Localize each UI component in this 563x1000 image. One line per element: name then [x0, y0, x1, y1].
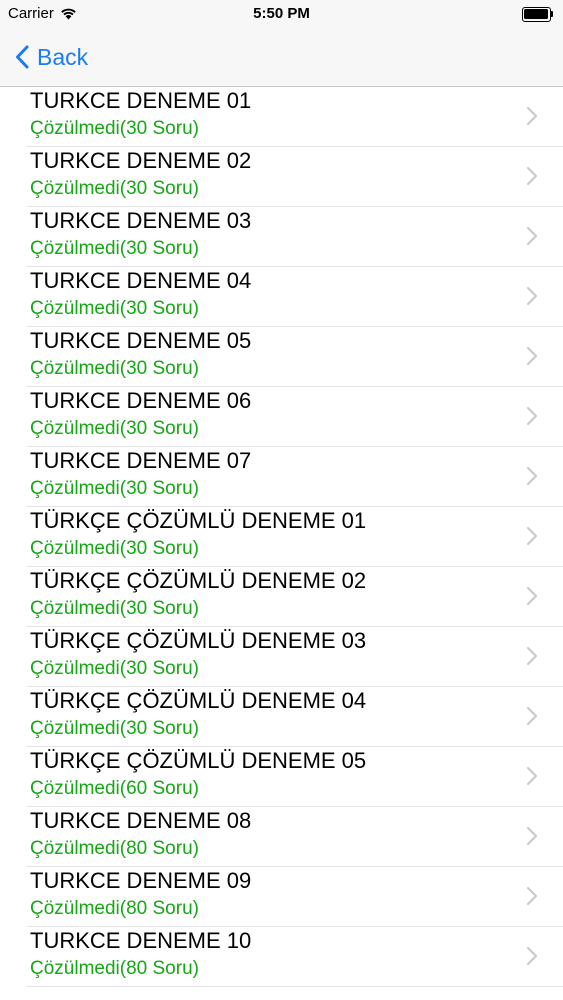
- list-item-status: Çözülmedi(30 Soru): [30, 538, 199, 559]
- chevron-right-icon: [527, 107, 537, 125]
- chevron-right-icon: [527, 947, 537, 965]
- list-item-status: Çözülmedi(30 Soru): [30, 658, 199, 679]
- list-item[interactable]: TURKCE DENEME 09 Çözülmedi(80 Soru): [27, 867, 563, 927]
- list-item-title: TURKCE DENEME 06: [30, 388, 252, 413]
- list-item[interactable]: TURKCE DENEME 10 Çözülmedi(80 Soru): [27, 927, 563, 987]
- list-item-status: Çözülmedi(30 Soru): [30, 418, 199, 439]
- list-item[interactable]: TURKCE DENEME 07 Çözülmedi(30 Soru): [27, 447, 563, 507]
- list-item-title: TÜRKÇE ÇÖZÜMLÜ DENEME 04: [30, 688, 367, 713]
- list-item-title: TURKCE DENEME 10: [30, 928, 252, 953]
- list-item[interactable]: TURKCE DENEME 01 Çözülmedi(30 Soru): [27, 87, 563, 147]
- list-item-status: Çözülmedi(30 Soru): [30, 358, 199, 379]
- list-item-title: TURKCE DENEME 08: [30, 808, 252, 833]
- battery-icon: [522, 7, 554, 22]
- chevron-right-icon: [527, 467, 537, 485]
- list-item-title: TURKCE DENEME 09: [30, 868, 252, 893]
- list-item-title: TURKCE DENEME 07: [30, 448, 252, 473]
- list-item[interactable]: TURKCE DENEME 06 Çözülmedi(30 Soru): [27, 387, 563, 447]
- list-item[interactable]: TÜRKÇE ÇÖZÜMLÜ DENEME 04 Çözülmedi(30 Sor…: [27, 687, 563, 747]
- list-item[interactable]: TÜRKÇE ÇÖZÜMLÜ DENEME 02 Çözülmedi(30 Sor…: [27, 567, 563, 627]
- status-bar: Carrier 5:50 PM: [0, 0, 563, 30]
- list-item-title: TURKCE DENEME 05: [30, 328, 252, 353]
- chevron-right-icon: [527, 767, 537, 785]
- chevron-right-icon: [527, 527, 537, 545]
- chevron-right-icon: [527, 287, 537, 305]
- chevron-left-icon: [16, 45, 29, 69]
- back-label: Back: [37, 43, 89, 70]
- list-item[interactable]: TURKCE DENEME 04 Çözülmedi(30 Soru): [27, 267, 563, 327]
- back-button[interactable]: Back: [15, 42, 88, 72]
- list-item-status: Çözülmedi(60 Soru): [30, 778, 199, 799]
- chevron-right-icon: [527, 587, 537, 605]
- list-item[interactable]: TURKCE DENEME 03 Çözülmedi(30 Soru): [27, 207, 563, 267]
- list-item-status: Çözülmedi(30 Soru): [30, 118, 199, 139]
- list-item[interactable]: TURKCE DENEME 08 Çözülmedi(80 Soru): [27, 807, 563, 867]
- list-item-title: TÜRKÇE ÇÖZÜMLÜ DENEME 03: [30, 628, 367, 653]
- list-item-title: TURKCE DENEME 01: [30, 88, 252, 113]
- list-item-status: Çözülmedi(30 Soru): [30, 298, 199, 319]
- list-item-status: Çözülmedi(30 Soru): [30, 598, 199, 619]
- list-item-title: TÜRKÇE ÇÖZÜMLÜ DENEME 05: [30, 748, 367, 773]
- chevron-right-icon: [527, 167, 537, 185]
- list-item-title: TURKCE DENEME 04: [30, 268, 252, 293]
- list-item-title: TÜRKÇE ÇÖZÜMLÜ DENEME 01: [30, 508, 367, 533]
- test-list: TURKCE DENEME 01 Çözülmedi(30 Soru) TURKCE…: [0, 87, 563, 987]
- list-item[interactable]: TURKCE DENEME 02 Çözülmedi(30 Soru): [27, 147, 563, 207]
- list-item-status: Çözülmedi(30 Soru): [30, 718, 199, 739]
- list-item-status: Çözülmedi(30 Soru): [30, 478, 199, 499]
- list-item[interactable]: TÜRKÇE ÇÖZÜMLÜ DENEME 05 Çözülmedi(60 Sor…: [27, 747, 563, 807]
- chevron-right-icon: [527, 647, 537, 665]
- list-item-title: TURKCE DENEME 02: [30, 148, 252, 173]
- list-item[interactable]: TÜRKÇE ÇÖZÜMLÜ DENEME 03 Çözülmedi(30 Sor…: [27, 627, 563, 687]
- list-item-status: Çözülmedi(30 Soru): [30, 238, 199, 259]
- chevron-right-icon: [527, 227, 537, 245]
- chevron-right-icon: [527, 347, 537, 365]
- navigation-bar: Back: [0, 30, 563, 87]
- chevron-right-icon: [527, 707, 537, 725]
- list-item-title: TURKCE DENEME 03: [30, 208, 252, 233]
- list-item-status: Çözülmedi(80 Soru): [30, 898, 199, 919]
- chevron-right-icon: [527, 407, 537, 425]
- chevron-right-icon: [527, 827, 537, 845]
- chevron-right-icon: [527, 887, 537, 905]
- list-item-status: Çözülmedi(30 Soru): [30, 178, 199, 199]
- list-item-status: Çözülmedi(80 Soru): [30, 838, 199, 859]
- list-item-status: Çözülmedi(80 Soru): [30, 958, 199, 979]
- list-item-title: TÜRKÇE ÇÖZÜMLÜ DENEME 02: [30, 568, 367, 593]
- list-item[interactable]: TÜRKÇE ÇÖZÜMLÜ DENEME 01 Çözülmedi(30 Sor…: [27, 507, 563, 567]
- list-item[interactable]: TURKCE DENEME 05 Çözülmedi(30 Soru): [27, 327, 563, 387]
- clock: 5:50 PM: [253, 5, 310, 22]
